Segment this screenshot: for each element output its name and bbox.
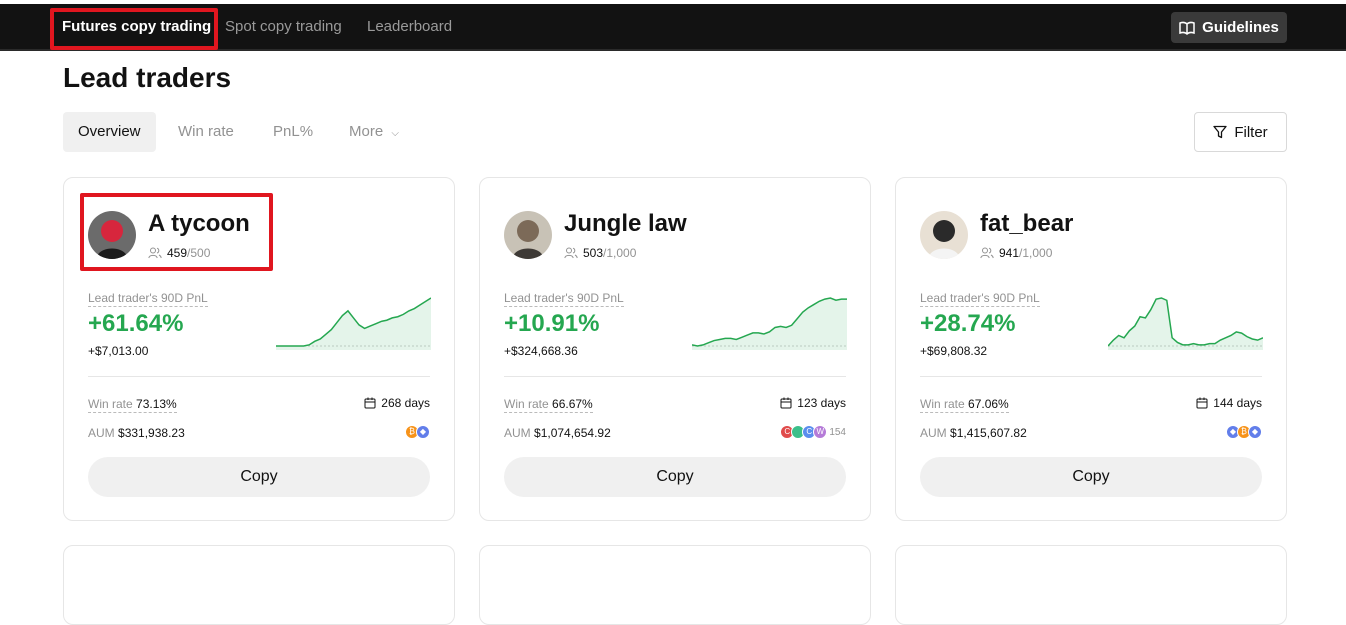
subtab-win-rate[interactable]: Win rate (163, 112, 249, 152)
pnl-sparkline-chart (276, 297, 431, 350)
sparkline-area (276, 298, 431, 350)
followers-current: 459 (167, 246, 188, 260)
eth-coin-icon: ◆ (1248, 425, 1262, 439)
copy-button[interactable]: Copy (88, 457, 430, 497)
pnl-amount: +$69,808.32 (920, 344, 988, 358)
avatar[interactable] (920, 211, 968, 259)
calendar-icon (364, 397, 376, 409)
win-rate-label: Win rate (88, 397, 133, 411)
divider (504, 376, 846, 377)
aum-label: AUM (88, 426, 115, 440)
subtab-more-label: More (349, 123, 384, 140)
followers-current: 503 (583, 246, 604, 260)
copy-button[interactable]: Copy (504, 457, 846, 497)
c4-coin-icon: W (813, 425, 828, 439)
filter-icon (1213, 125, 1227, 139)
tab-leaderboard[interactable]: Leaderboard (367, 4, 452, 50)
traded-coins: ◆ ₿ ◆ (1226, 425, 1262, 439)
aum-value: $331,938.23 (118, 426, 185, 440)
pnl-amount: +$324,668.36 (504, 344, 578, 358)
trader-card-partial (63, 545, 455, 625)
users-icon (564, 247, 578, 259)
pnl-percent: +61.64% (88, 310, 184, 337)
days-value: 144 days (1213, 396, 1262, 410)
aum: AUM $1,415,607.82 (920, 426, 1027, 440)
tab-spot-copy-trading[interactable]: Spot copy trading (225, 4, 342, 50)
subtab-pnl-pct[interactable]: PnL% (258, 112, 328, 152)
win-rate: Win rate 67.06% (920, 397, 1009, 413)
aum-label: AUM (504, 426, 531, 440)
pnl-label: Lead trader's 90D PnL (504, 291, 624, 307)
more-coins-count: 154 (829, 426, 846, 438)
win-rate: Win rate 66.67% (504, 397, 593, 413)
pnl-percent: +10.91% (504, 310, 600, 337)
page-title: Lead traders (63, 62, 232, 93)
sparkline-area (1108, 298, 1263, 350)
book-icon (1179, 21, 1195, 35)
calendar-icon (1196, 397, 1208, 409)
avatar[interactable] (504, 211, 552, 259)
eth-coin-icon: ◆ (416, 425, 430, 439)
trader-name[interactable]: Jungle law (564, 210, 687, 238)
win-rate-value: 67.06% (968, 397, 1009, 411)
days-trading: 268 days (364, 396, 430, 410)
pnl-percent: +28.74% (920, 310, 1016, 337)
days-trading: 123 days (780, 396, 846, 410)
users-icon (980, 247, 994, 259)
followers-current: 941 (999, 246, 1020, 260)
pnl-sparkline-chart (692, 297, 847, 350)
tab-futures-copy-trading[interactable]: Futures copy trading (62, 4, 211, 50)
follower-count: 941/1,000 (980, 246, 1052, 260)
followers-max: /1,000 (1019, 246, 1053, 260)
traded-coins: ₿ ◆ (405, 425, 430, 439)
subtab-overview[interactable]: Overview (63, 112, 156, 152)
days-trading: 144 days (1196, 396, 1262, 410)
trader-card[interactable]: Jungle law 503/1,000 Lead trader's 90D P… (479, 177, 871, 521)
pnl-sparkline-chart (1108, 297, 1263, 350)
guidelines-label: Guidelines (1202, 19, 1279, 36)
aum-value: $1,415,607.82 (950, 426, 1027, 440)
followers-max: /1,000 (603, 246, 637, 260)
chevron-down-icon: ⌵ (391, 128, 399, 139)
pnl-label: Lead trader's 90D PnL (88, 291, 208, 307)
pnl-label: Lead trader's 90D PnL (920, 291, 1040, 307)
filter-label: Filter (1234, 123, 1268, 141)
trader-card-partial (479, 545, 871, 625)
divider (88, 376, 430, 377)
sparkline-area (692, 298, 847, 350)
aum-value: $1,074,654.92 (534, 426, 611, 440)
divider (920, 376, 1262, 377)
trader-name[interactable]: A tycoon (148, 210, 250, 238)
follower-count: 503/1,000 (564, 246, 636, 260)
followers-max: /500 (187, 246, 211, 260)
win-rate: Win rate 73.13% (88, 397, 177, 413)
avatar[interactable] (88, 211, 136, 259)
calendar-icon (780, 397, 792, 409)
copy-button[interactable]: Copy (920, 457, 1262, 497)
follower-count: 459/500 (148, 246, 210, 260)
filter-button[interactable]: Filter (1194, 112, 1287, 152)
guidelines-button[interactable]: Guidelines (1171, 12, 1287, 43)
subtab-more[interactable]: More ⌵ (334, 112, 414, 152)
aum-label: AUM (920, 426, 947, 440)
pnl-amount: +$7,013.00 (88, 344, 149, 358)
days-value: 268 days (381, 396, 430, 410)
trader-card-partial (895, 545, 1287, 625)
top-nav-bar: Futures copy trading Spot copy trading L… (0, 4, 1346, 51)
trader-card[interactable]: A tycoon 459/500 Lead trader's 90D PnL +… (63, 177, 455, 521)
aum: AUM $1,074,654.92 (504, 426, 611, 440)
win-rate-value: 66.67% (552, 397, 593, 411)
aum: AUM $331,938.23 (88, 426, 185, 440)
days-value: 123 days (797, 396, 846, 410)
win-rate-value: 73.13% (136, 397, 177, 411)
win-rate-label: Win rate (504, 397, 549, 411)
users-icon (148, 247, 162, 259)
win-rate-label: Win rate (920, 397, 965, 411)
trader-name[interactable]: fat_bear (980, 210, 1073, 238)
trader-card[interactable]: fat_bear 941/1,000 Lead trader's 90D PnL… (895, 177, 1287, 521)
traded-coins: C C W 154 (780, 425, 846, 439)
